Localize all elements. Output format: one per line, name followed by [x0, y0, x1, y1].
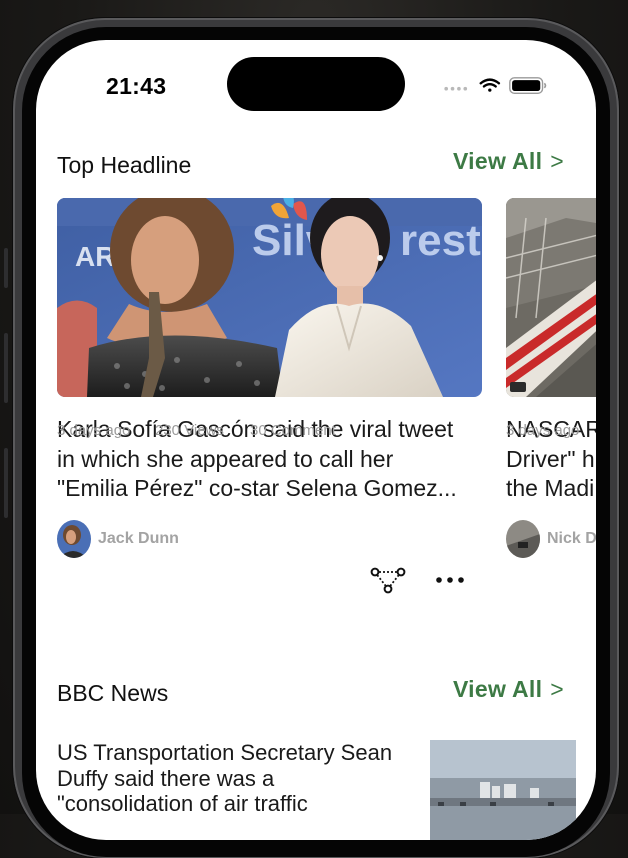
image-sign-text: AR — [75, 241, 115, 272]
chevron-right-icon: > — [550, 148, 564, 174]
avatar — [57, 520, 91, 558]
image-sign-text: rest — [400, 216, 481, 265]
author-row[interactable]: Jack Dunn — [57, 520, 257, 558]
view-all-label: View All — [452, 676, 543, 702]
status-icons — [444, 77, 547, 94]
chevron-right-icon: > — [550, 676, 564, 702]
headline-card[interactable]: AR Silv rest Karla Sofía Gascón said the… — [57, 198, 487, 628]
battery-icon — [509, 77, 547, 94]
author-name: Nick D — [547, 530, 596, 547]
headline-image: AR Silv rest — [57, 198, 482, 397]
headline-card[interactable]: NASCAR Driver" h the Madi Nick D — [506, 198, 596, 628]
volume-up-button — [4, 333, 8, 403]
time-ago: 3 days ago — [506, 422, 580, 439]
section-title: BBC News — [57, 680, 169, 706]
author-row[interactable]: Nick D — [506, 520, 596, 558]
view-all-label: View All — [452, 148, 543, 174]
news-item-thumbnail[interactable] — [430, 740, 576, 840]
bbc-news-header: BBC News View All > — [57, 676, 564, 706]
author-name: Jack Dunn — [98, 530, 179, 547]
status-time: 21:43 — [106, 73, 167, 99]
news-item-text[interactable]: US Transportation Secretary Sean Duffy s… — [57, 740, 417, 817]
headline-image — [506, 198, 596, 397]
share-icon[interactable] — [370, 567, 406, 595]
app-screen: 21:43 Top Headline View All > AR Silv re… — [36, 40, 596, 840]
volume-down-button — [4, 448, 8, 518]
wifi-icon — [479, 78, 501, 92]
section-title: Top Headline — [57, 152, 192, 178]
top-headline-header: Top Headline View All > — [57, 148, 564, 178]
more-dots-icon[interactable] — [434, 574, 468, 586]
avatar — [506, 520, 540, 558]
cellular-signal-icon — [444, 86, 468, 91]
top-headline-view-all-link[interactable]: View All > — [453, 148, 564, 175]
view-count: 230 Views — [155, 422, 224, 439]
side-button — [4, 248, 8, 288]
bbc-news-view-all-link[interactable]: View All > — [453, 676, 564, 703]
dynamic-island — [227, 57, 405, 111]
time-ago: 3 days ago — [57, 422, 131, 439]
comment-count: 30 Comment — [250, 422, 336, 439]
